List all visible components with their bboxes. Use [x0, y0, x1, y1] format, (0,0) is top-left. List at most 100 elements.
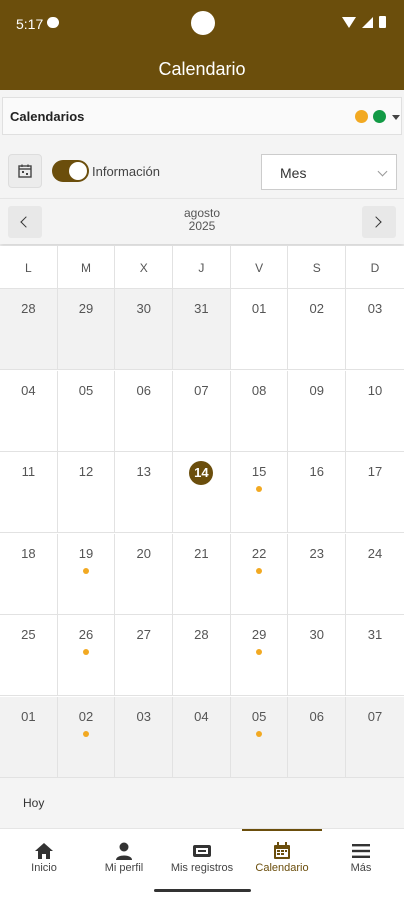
calendar-day[interactable]: 21 [173, 533, 231, 614]
calendar-day[interactable]: 04 [0, 370, 58, 451]
camera-cutout [191, 11, 215, 35]
day-number: 29 [251, 627, 267, 642]
day-number: 20 [136, 545, 151, 561]
calendar-day[interactable]: 27 [115, 615, 174, 695]
day-number: 23 [309, 545, 325, 561]
calendar-picker-button[interactable] [8, 154, 42, 188]
calendar-day[interactable]: 08 [231, 370, 289, 451]
calendar-day[interactable]: 24 [346, 534, 404, 614]
calendar-day[interactable]: 13 [115, 452, 174, 532]
view-mode-value: Mes [280, 165, 307, 181]
day-number: 06 [136, 382, 151, 398]
calendar-day[interactable]: 29 [231, 615, 289, 695]
calendar-day[interactable]: 19 [58, 533, 116, 614]
chevron-down-icon [377, 166, 388, 177]
day-number: 05 [78, 382, 94, 398]
calendar-day[interactable]: 25 [0, 615, 58, 695]
calendar-day[interactable]: 28 [0, 289, 58, 369]
calendar-day[interactable]: 09 [288, 370, 347, 451]
day-number: 05 [251, 708, 267, 724]
calendar-day[interactable]: 26 [58, 615, 116, 695]
day-number: 03 [136, 708, 151, 724]
calendar-day[interactable]: 04 [173, 696, 231, 777]
tab-label: Más [350, 862, 372, 874]
day-number: 02 [309, 301, 325, 316]
tab-mis-registros[interactable]: Mis registros [160, 829, 244, 885]
calendar-day[interactable]: 02 [288, 289, 347, 369]
weekday-label: V [231, 246, 289, 288]
caret-down-icon[interactable] [392, 115, 400, 120]
day-number: 03 [367, 301, 383, 316]
calendars-selector[interactable]: Calendarios [2, 97, 402, 135]
calendar-day[interactable]: 05 [230, 696, 289, 777]
calendar-day[interactable]: 11 [0, 452, 58, 532]
event-dot [256, 649, 263, 655]
battery-icon [379, 16, 386, 28]
calendar-day[interactable]: 17 [346, 452, 404, 532]
calendar-day[interactable]: 20 [115, 533, 174, 614]
calendar-day[interactable]: 23 [288, 533, 347, 614]
calendar-day[interactable]: 02 [57, 696, 116, 777]
tab-calendario[interactable]: Calendario [242, 829, 322, 885]
calendar-day[interactable]: 12 [58, 452, 116, 532]
tab-label: Calendario [255, 862, 309, 874]
calendar-day[interactable]: 31 [173, 289, 231, 369]
calendar-day[interactable]: 22 [231, 533, 289, 614]
calendar-week-row: 04 05 06 07 08 09 10 [0, 370, 404, 452]
day-number: 04 [194, 708, 209, 724]
weekday-header: L M X J V S D [0, 246, 404, 289]
calendar-day[interactable]: 06 [288, 696, 347, 777]
calendar-day[interactable]: 15 [231, 452, 289, 532]
calendar-day[interactable]: 01 [0, 696, 58, 777]
day-number: 29 [78, 301, 94, 316]
today-section: Hoy [0, 778, 404, 828]
chat-notification-icon [47, 17, 59, 28]
day-number: 10 [367, 382, 383, 398]
day-number: 27 [136, 627, 151, 642]
calendar-day[interactable]: 10 [346, 371, 404, 451]
calendar-day[interactable]: 01 [231, 289, 289, 369]
tab-mas[interactable]: Más [322, 829, 400, 885]
calendar-day[interactable]: 05 [58, 370, 116, 451]
menu-icon [352, 844, 370, 858]
calendar-day[interactable]: 06 [115, 370, 174, 451]
signal-icon [362, 16, 373, 28]
event-dot [83, 730, 90, 737]
calendar-day[interactable]: 18 [0, 533, 58, 614]
weekday-label: J [173, 246, 231, 288]
calendar-day[interactable]: 07 [346, 696, 404, 777]
calendar-day[interactable]: 30 [115, 289, 174, 369]
person-icon [116, 842, 132, 860]
calendar-day[interactable]: 03 [115, 696, 174, 777]
ticket-icon [193, 845, 211, 857]
calendar-day[interactable]: 07 [173, 370, 231, 451]
calendar-day[interactable]: 28 [173, 615, 231, 695]
day-number: 13 [136, 464, 151, 479]
tab-label: Mi perfil [104, 862, 144, 874]
day-number: 21 [194, 545, 209, 561]
event-dot [256, 730, 263, 737]
month-year: 2025 [188, 219, 216, 233]
view-mode-select[interactable]: Mes [261, 154, 397, 190]
day-number: 16 [309, 464, 325, 479]
page-title: Calendario [158, 59, 246, 79]
day-number: 24 [367, 545, 383, 561]
calendar-day[interactable]: 29 [57, 289, 116, 369]
day-number: 08 [251, 382, 267, 398]
calendar-day[interactable]: 03 [346, 289, 404, 369]
day-number: 25 [21, 627, 36, 642]
tab-inicio[interactable]: Inicio [0, 829, 88, 885]
day-number: 11 [21, 464, 36, 479]
weekday-label: D [370, 261, 380, 275]
event-dot [256, 486, 263, 492]
calendar-icon [274, 842, 290, 859]
calendar-day-today[interactable]: 14 [173, 452, 231, 532]
calendar-day[interactable]: 30 [288, 615, 347, 695]
calendars-label: Calendarios [10, 109, 85, 124]
tab-mi-perfil[interactable]: Mi perfil [88, 829, 160, 885]
tab-label: Mis registros [170, 862, 234, 874]
info-toggle[interactable] [52, 160, 89, 182]
calendar-day[interactable]: 16 [288, 452, 347, 532]
calendar-day[interactable]: 31 [346, 615, 404, 695]
next-month-button[interactable] [362, 206, 396, 238]
